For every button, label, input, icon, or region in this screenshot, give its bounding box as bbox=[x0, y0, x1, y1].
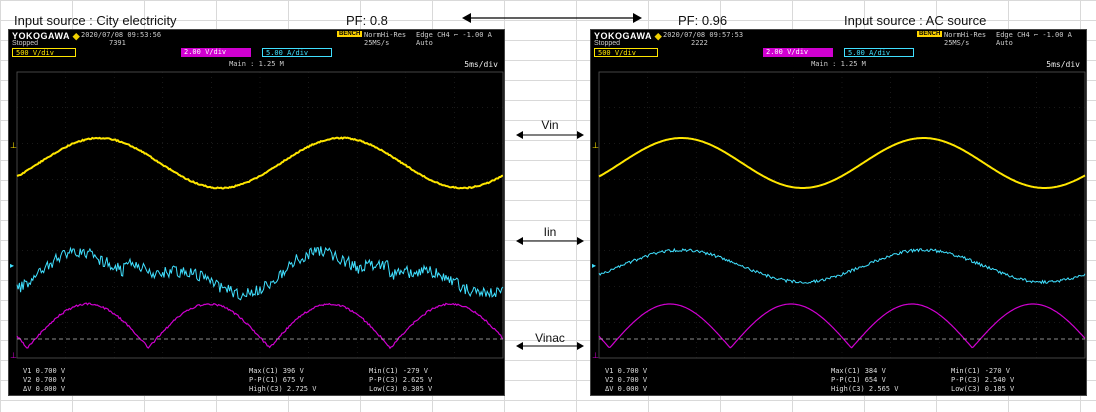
trace-vinac bbox=[16, 302, 504, 350]
meas-pp3: P-P(C3) 2.540 V bbox=[951, 376, 1015, 384]
acq-count: 7391 bbox=[109, 39, 126, 47]
ch1-marker-icon: ⊥ bbox=[592, 141, 599, 150]
scope-header: YOKOGAWA ◆ Stopped 2020/07/08 09:53:56 7… bbox=[9, 30, 504, 47]
sample-rate: 25MS/s bbox=[944, 39, 970, 47]
ch4-scale: 5.00 A/div bbox=[844, 48, 914, 57]
meas-max: Max(C1) 396 V bbox=[249, 367, 304, 375]
oscilloscope-right: YOKOGAWA ◆ Stopped 2020/07/08 09:57:53 2… bbox=[590, 29, 1087, 396]
meas-v1: V1 0.700 V bbox=[605, 367, 648, 375]
bench-badge: BENCH bbox=[917, 31, 943, 37]
ch1-scale: 500 V/div bbox=[594, 48, 658, 57]
channel-bar: 500 V/div 2.00 V/div 5.00 A/div bbox=[9, 48, 504, 58]
ch4-marker-icon: ▸ bbox=[592, 261, 596, 270]
waveform-display: ⊥ ▸ ⊥ bbox=[592, 71, 1086, 360]
meas-low: Low(C3) 0.305 V bbox=[369, 385, 433, 393]
diamond-icon: ◆ bbox=[72, 31, 81, 41]
ch1-scale: 500 V/div bbox=[12, 48, 76, 57]
timestamp: 2020/07/08 09:53:56 bbox=[81, 31, 162, 39]
ch3-scale: 2.00 V/div bbox=[181, 48, 251, 57]
double-arrow-icon bbox=[462, 13, 642, 23]
acq-count: 2222 bbox=[691, 39, 708, 47]
trigger-mode: Auto bbox=[416, 39, 433, 47]
meas-pp3: P-P(C3) 2.625 V bbox=[369, 376, 433, 384]
acq-mode: NormHi-Res bbox=[364, 31, 407, 39]
status-text: Stopped bbox=[594, 40, 621, 47]
ch3-marker-icon: ⊥ bbox=[592, 351, 599, 360]
measurement-panel: V1 0.700 V V2 0.700 V ΔV 0.000 V Max(C1)… bbox=[9, 365, 504, 395]
waveform-display: ⊥ ▸ ⊥ bbox=[10, 71, 504, 360]
oscilloscope-left: YOKOGAWA ◆ Stopped 2020/07/08 09:53:56 7… bbox=[8, 29, 505, 396]
timestamp: 2020/07/08 09:57:53 bbox=[663, 31, 744, 39]
meas-v2: V2 0.700 V bbox=[23, 376, 66, 384]
meas-dv: ΔV 0.000 V bbox=[23, 385, 66, 393]
meas-high: High(C3) 2.565 V bbox=[831, 385, 899, 393]
scope-header: YOKOGAWA ◆ Stopped 2020/07/08 09:57:53 2… bbox=[591, 30, 1086, 47]
ch3-scale: 2.00 V/div bbox=[763, 48, 833, 57]
meas-min: Min(C1) -279 V bbox=[369, 367, 429, 375]
main-record-length: Main : 1.25 M bbox=[811, 60, 866, 68]
trigger-setting: Edge CH4 ⌐ -1.00 A bbox=[996, 31, 1072, 39]
ch1-marker-icon: ⊥ bbox=[10, 141, 17, 150]
left-pf-label: PF: 0.8 bbox=[346, 13, 388, 28]
diamond-icon: ◆ bbox=[654, 31, 663, 41]
ch4-marker-icon: ▸ bbox=[10, 261, 14, 270]
meas-v2: V2 0.700 V bbox=[605, 376, 648, 384]
left-source-title: Input source : City electricity bbox=[14, 13, 177, 28]
trace-vinac bbox=[598, 303, 1086, 349]
main-record-length: Main : 1.25 M bbox=[229, 60, 284, 68]
meas-max: Max(C1) 384 V bbox=[831, 367, 886, 375]
double-arrow-icon bbox=[516, 131, 584, 139]
channel-bar: 500 V/div 2.00 V/div 5.00 A/div bbox=[591, 48, 1086, 58]
ch3-marker-icon: ⊥ bbox=[10, 351, 17, 360]
double-arrow-icon bbox=[516, 342, 584, 350]
trigger-mode: Auto bbox=[996, 39, 1013, 47]
meas-low: Low(C3) 0.185 V bbox=[951, 385, 1015, 393]
meas-min: Min(C1) -270 V bbox=[951, 367, 1011, 375]
meas-dv: ΔV 0.000 V bbox=[605, 385, 648, 393]
meas-pp1: P-P(C1) 675 V bbox=[249, 376, 304, 384]
right-source-title: Input source : AC source bbox=[844, 13, 987, 28]
bench-badge: BENCH bbox=[337, 31, 363, 37]
status-text: Stopped bbox=[12, 40, 39, 47]
acq-mode: NormHi-Res bbox=[944, 31, 987, 39]
meas-pp1: P-P(C1) 654 V bbox=[831, 376, 886, 384]
sample-rate: 25MS/s bbox=[364, 39, 390, 47]
trace-iin bbox=[598, 247, 1086, 285]
meas-v1: V1 0.700 V bbox=[23, 367, 66, 375]
double-arrow-icon bbox=[516, 237, 584, 245]
meas-high: High(C3) 2.725 V bbox=[249, 385, 317, 393]
right-pf-label: PF: 0.96 bbox=[678, 13, 728, 28]
measurement-panel: V1 0.700 V V2 0.700 V ΔV 0.000 V Max(C1)… bbox=[591, 365, 1086, 395]
trigger-setting: Edge CH4 ⌐ -1.00 A bbox=[416, 31, 492, 39]
ch4-scale: 5.00 A/div bbox=[262, 48, 332, 57]
